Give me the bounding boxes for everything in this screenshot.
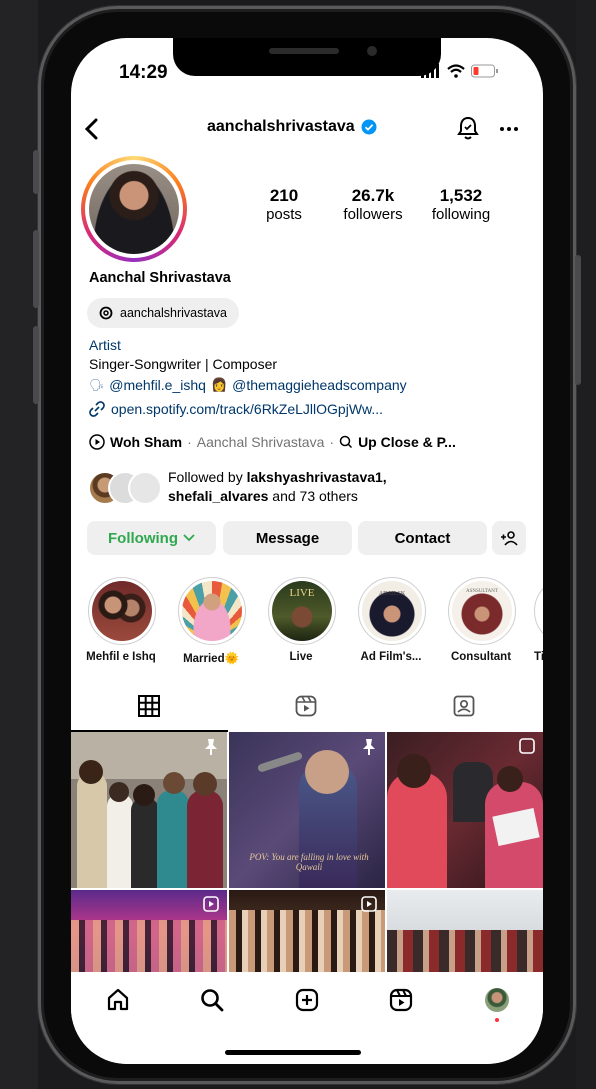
highlight-item[interactable]: LIVE Live xyxy=(268,577,336,663)
chevron-down-icon xyxy=(183,534,195,542)
threads-icon xyxy=(99,306,113,320)
reels-badge-icon xyxy=(361,896,377,912)
highlight-cover-text: LIVE xyxy=(289,587,315,599)
reels-nav-icon[interactable] xyxy=(389,988,413,1012)
message-button[interactable]: Message xyxy=(223,521,352,555)
notification-dot xyxy=(495,1018,499,1022)
music-row[interactable]: Woh Sham · Aanchal Shrivastava · Up Clos… xyxy=(89,434,456,450)
highlight-item[interactable]: ADAILSK Ad Film's... xyxy=(358,577,426,663)
highlight-item[interactable]: Ti xyxy=(534,577,543,663)
phone-side-button xyxy=(33,230,39,308)
highlight-item[interactable]: ASNSULTANT Consultant xyxy=(448,577,516,663)
woman-emoji: 👩 xyxy=(210,377,228,392)
add-person-icon xyxy=(501,531,518,546)
phone-side-button xyxy=(575,255,581,385)
home-indicator xyxy=(225,1050,361,1055)
mention-link[interactable]: @mehfil.e_ishq xyxy=(109,377,206,393)
display-name: Aanchal Shrivastava xyxy=(89,270,231,286)
background-panel xyxy=(576,0,596,1089)
followed-by-avatars[interactable] xyxy=(88,471,162,505)
status-time: 14:29 xyxy=(119,62,168,83)
highlight-label: Ad Film's... xyxy=(360,651,422,663)
grid-icon[interactable] xyxy=(138,695,160,717)
home-icon[interactable] xyxy=(106,988,130,1012)
post-thumbnail[interactable] xyxy=(229,890,385,972)
back-chevron-icon[interactable] xyxy=(83,118,101,140)
stat-following-value: 1,532 xyxy=(439,186,483,205)
wifi-icon xyxy=(447,64,465,78)
reels-badge-icon xyxy=(519,738,535,754)
pin-icon xyxy=(363,739,375,755)
post-thumbnail[interactable] xyxy=(387,732,543,888)
stat-followers-label: followers xyxy=(343,206,403,223)
phone-side-button xyxy=(33,326,39,404)
stat-followers-value: 26.7k xyxy=(351,186,395,205)
speaking-emoji: 🗣 xyxy=(89,378,105,392)
post-thumbnail[interactable] xyxy=(71,732,227,888)
stat-following[interactable]: 1,532 following xyxy=(423,186,499,223)
reels-icon[interactable] xyxy=(295,695,317,717)
tagged-icon[interactable] xyxy=(453,695,475,717)
add-person-button[interactable] xyxy=(492,521,526,555)
phone-side-button xyxy=(33,150,39,194)
reels-badge-icon xyxy=(203,896,219,912)
post-caption: POV: You are falling in love with Qawali xyxy=(249,852,369,872)
highlight-cover-text: ASNSULTANT xyxy=(466,589,498,594)
music-artist: Aanchal Shrivastava xyxy=(196,434,325,450)
profile-nav-avatar[interactable] xyxy=(485,988,509,1012)
bio-link[interactable]: open.spotify.com/track/6RkZeLJllOGpjWw..… xyxy=(89,401,383,417)
followed-by-text[interactable]: Followed by lakshyashrivastava1, shefali… xyxy=(168,468,387,506)
highlight-label: Consultant xyxy=(450,651,512,663)
contact-button[interactable]: Contact xyxy=(358,521,487,555)
link-text: open.spotify.com/track/6RkZeLJllOGpjWw..… xyxy=(111,401,384,417)
verified-badge-icon xyxy=(361,119,377,135)
highlight-label: Ti xyxy=(534,651,543,663)
avatar[interactable] xyxy=(81,156,187,262)
stat-posts-value: 210 xyxy=(269,186,299,205)
post-thumbnail[interactable]: POV: You are falling in love with Qawali xyxy=(229,732,385,888)
post-thumbnail[interactable] xyxy=(71,890,227,972)
threads-small-icon xyxy=(339,435,353,449)
pin-icon xyxy=(205,739,217,755)
following-label: Following xyxy=(108,529,178,547)
highlight-item[interactable]: Mehfil e Ishq xyxy=(86,577,156,663)
following-button[interactable]: Following xyxy=(87,521,216,555)
threads-badge[interactable]: aanchalshrivastava xyxy=(87,298,240,328)
post-thumbnail[interactable] xyxy=(387,890,543,972)
phone-notch xyxy=(173,38,441,76)
link-icon xyxy=(89,401,105,417)
mention-link[interactable]: @themaggieheadscompany xyxy=(232,377,407,393)
bell-icon[interactable] xyxy=(457,116,479,140)
bio-mentions: 🗣 @mehfil.e_ishq 👩 @themaggieheadscompan… xyxy=(89,377,407,393)
highlight-item[interactable]: Married🌞 xyxy=(178,577,246,665)
search-icon[interactable] xyxy=(200,988,224,1012)
bio-line: Singer-Songwriter | Composer xyxy=(89,356,278,372)
highlight-label: Married🌞 xyxy=(183,653,239,665)
header-username: aanchalshrivastava xyxy=(207,118,377,136)
stat-posts-label: posts xyxy=(266,206,302,223)
highlight-cover-text: ADAILSK xyxy=(378,591,406,597)
stat-followers[interactable]: 26.7k followers xyxy=(335,186,411,223)
phone-screen: 14:29 aanchalshrivastava 210 posts 26.7k… xyxy=(71,38,543,1064)
music-song: Woh Sham xyxy=(110,434,183,450)
music-extra: Up Close & P... xyxy=(358,434,456,450)
create-icon[interactable] xyxy=(295,988,319,1012)
more-icon[interactable] xyxy=(499,126,519,132)
highlight-label: Mehfil e Ishq xyxy=(86,651,156,663)
music-icon xyxy=(89,434,105,450)
profile-category: Artist xyxy=(89,337,121,353)
stat-following-label: following xyxy=(431,206,491,223)
stat-posts[interactable]: 210 posts xyxy=(256,186,312,223)
battery-icon xyxy=(471,64,498,78)
highlight-label: Live xyxy=(289,651,313,663)
profile-username: aanchalshrivastava xyxy=(207,118,355,135)
threads-handle: aanchalshrivastava xyxy=(120,306,228,320)
